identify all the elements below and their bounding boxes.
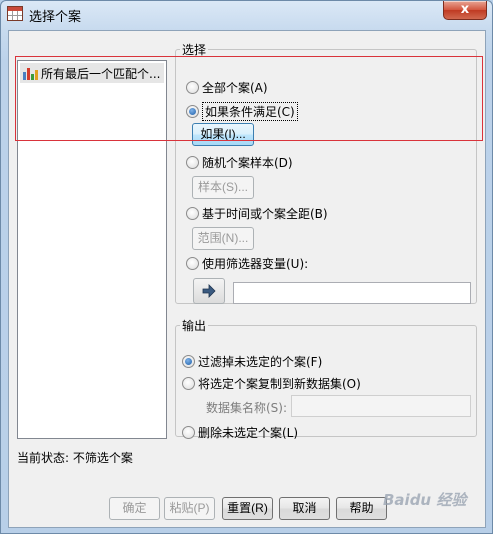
filter-variable-field[interactable]	[233, 282, 471, 304]
output-group-title: 输出	[182, 319, 207, 333]
close-icon: x	[460, 2, 470, 17]
current-status: 当前状态: 不筛选个案	[17, 451, 133, 465]
radio-button[interactable]	[186, 156, 199, 169]
radio-button[interactable]	[186, 257, 199, 270]
radio-label: 将选定个案复制到新数据集(O)	[198, 377, 361, 391]
sample-button[interactable]: 样本(S)...	[192, 176, 254, 199]
radio-button[interactable]	[186, 207, 199, 220]
dataset-name-field[interactable]	[291, 395, 471, 417]
watermark: Baidu 经验	[383, 491, 467, 509]
radio-label: 过滤掉未选定的个案(F)	[198, 355, 323, 369]
title-bar[interactable]: 选择个案 x	[1, 1, 492, 27]
radio-label: 随机个案样本(D)	[202, 156, 293, 170]
radio-label: 使用筛选器变量(U):	[202, 257, 309, 271]
arrow-right-icon	[202, 284, 216, 298]
dataset-name-label: 数据集名称(S):	[206, 401, 288, 415]
paste-button[interactable]: 粘贴(P)	[164, 497, 215, 520]
cancel-button[interactable]: 取消	[279, 497, 330, 520]
reset-button[interactable]: 重置(R)	[222, 497, 273, 520]
window-title: 选择个案	[29, 10, 82, 25]
ok-button[interactable]: 确定	[109, 497, 160, 520]
radio-button[interactable]	[182, 377, 195, 390]
spss-table-icon	[7, 6, 23, 21]
radio-filter-unselected[interactable]: 过滤掉未选定的个案(F)	[182, 353, 322, 370]
radio-button[interactable]	[182, 355, 195, 368]
radio-copy-to-dataset[interactable]: 将选定个案复制到新数据集(O)	[182, 375, 361, 392]
output-group: 输出 过滤掉未选定的个案(F) 将选定个案复制到新数据集(O) 数据集名称(S)…	[175, 317, 477, 440]
radio-delete-unselected[interactable]: 删除未选定个案(L)	[182, 424, 298, 441]
range-button[interactable]: 范围(N)...	[192, 227, 254, 250]
annotation-highlight-box	[15, 56, 483, 141]
radio-random-sample[interactable]: 随机个案样本(D)	[186, 154, 293, 171]
radio-time-range[interactable]: 基于时间或个案全距(B)	[186, 205, 328, 222]
help-button[interactable]: 帮助	[336, 497, 387, 520]
close-button[interactable]: x	[443, 1, 487, 20]
move-variable-button[interactable]	[193, 278, 225, 304]
radio-label: 删除未选定个案(L)	[198, 426, 299, 440]
radio-filter-variable[interactable]: 使用筛选器变量(U):	[186, 255, 308, 272]
radio-label: 基于时间或个案全距(B)	[202, 207, 328, 221]
dialog-window: 选择个案 x 所有最后一个匹配个... 选择 全部个案(A) 如果条件满足(C)…	[0, 0, 493, 534]
radio-button[interactable]	[182, 426, 195, 439]
